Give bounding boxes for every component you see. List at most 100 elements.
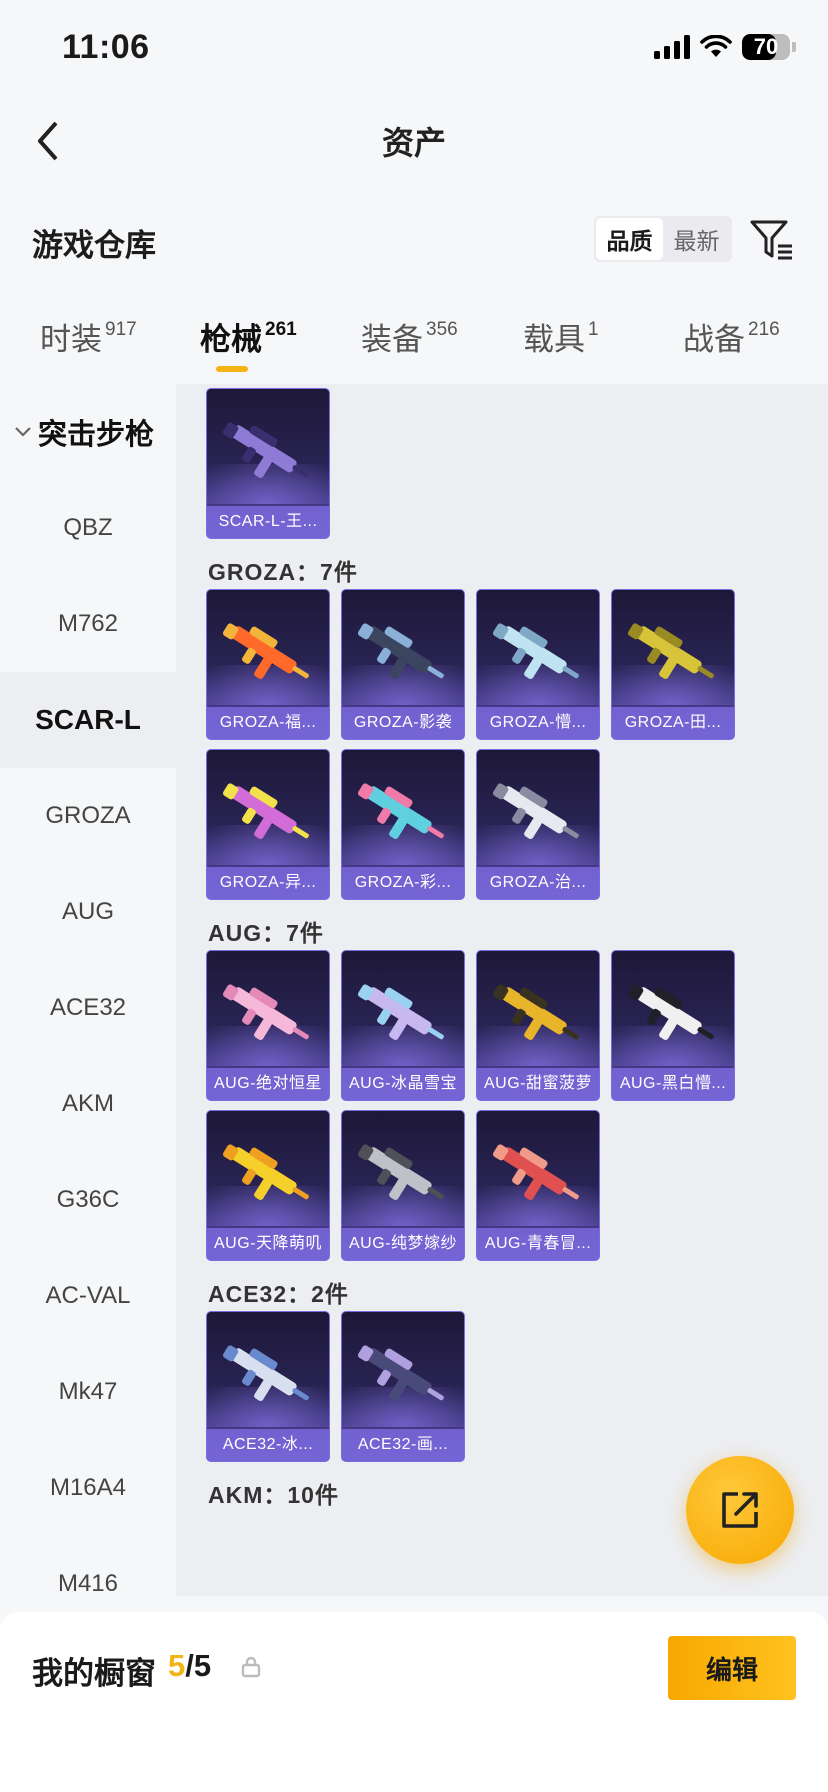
weapon-card-name: GROZA-懵... — [477, 707, 599, 739]
sidebar-list: QBZ M762 SCAR-L GROZA AUG ACE32 AKM G36C AC-VAL M… — [0, 480, 176, 1612]
showcase-current: 5 — [168, 1648, 186, 1683]
share-button[interactable] — [686, 1456, 794, 1564]
weapon-card-name: GROZA-治... — [477, 867, 599, 899]
sidebar-category-assault-rifle[interactable]: 突击步枪 — [0, 384, 176, 480]
weapon-card[interactable]: GROZA-福... — [206, 589, 330, 740]
status-icons: 70 — [654, 34, 796, 60]
weapon-card[interactable]: AUG-甜蜜菠萝 — [476, 950, 600, 1101]
tab-equipment[interactable]: 装备 356 — [361, 314, 458, 359]
warehouse-header: 游戏仓库 品质 最新 — [0, 206, 828, 272]
tab-count: 216 — [748, 318, 780, 340]
weapon-sidebar: 突击步枪 QBZ M762 SCAR-L GROZA AUG ACE32 AKM G36C AC… — [0, 384, 176, 1612]
weapon-card[interactable]: AUG-冰晶雪宝 — [341, 950, 465, 1101]
weapon-card-name: ACE32-冰... — [207, 1429, 329, 1461]
weapon-group-label: GROZA：7件 — [208, 559, 358, 585]
weapon-card-name: AUG-绝对恒星 — [207, 1068, 329, 1100]
sort-option-newest[interactable]: 最新 — [663, 218, 730, 260]
section-title: 游戏仓库 — [32, 228, 156, 263]
status-bar: 11:06 70 — [0, 0, 828, 100]
weapon-group-label: AKM：10件 — [208, 1482, 339, 1508]
weapon-card-name: GROZA-田... — [612, 707, 734, 739]
showcase-count: 5/5 — [168, 1648, 211, 1684]
weapon-card[interactable]: ACE32-画... — [341, 1311, 465, 1462]
tab-label: 枪械 — [200, 322, 262, 357]
weapon-card-name: GROZA-异... — [207, 867, 329, 899]
sort-option-quality[interactable]: 品质 — [596, 218, 663, 260]
weapon-card[interactable]: AUG-绝对恒星 — [206, 950, 330, 1101]
weapon-card[interactable]: GROZA-彩... — [341, 749, 465, 900]
tab-vehicles[interactable]: 载具 1 — [523, 314, 599, 359]
battery-tip — [792, 42, 796, 52]
weapon-skin-image — [357, 1345, 444, 1402]
tab-gear[interactable]: 战备 216 — [683, 314, 780, 359]
weapon-skin-image — [492, 623, 579, 680]
tab-label: 战备 — [683, 322, 745, 357]
weapon-card-name: AUG-青春冒... — [477, 1228, 599, 1260]
tab-label: 装备 — [361, 322, 423, 357]
weapon-card-name: AUG-天降萌叽 — [207, 1228, 329, 1260]
sidebar-item[interactable]: M16A4 — [0, 1440, 176, 1536]
weapon-skin-image — [222, 1345, 309, 1402]
weapon-skin-image — [222, 984, 309, 1041]
weapon-skin-image — [222, 1144, 309, 1201]
weapon-skin-image — [627, 623, 714, 680]
chevron-down-icon — [15, 427, 31, 437]
share-external-icon — [722, 1492, 758, 1528]
edit-button[interactable]: 编辑 — [668, 1636, 796, 1700]
sidebar-item[interactable]: AC-VAL — [0, 1248, 176, 1344]
weapon-card[interactable]: GROZA-异... — [206, 749, 330, 900]
sidebar-item[interactable]: ACE32 — [0, 960, 176, 1056]
weapon-card-name: SCAR-L-王... — [207, 506, 329, 538]
weapon-card-name: AUG-纯梦嫁纱 — [342, 1228, 464, 1260]
weapon-skin-image — [222, 783, 309, 840]
sidebar-category-label: 突击步枪 — [38, 419, 155, 451]
sidebar-item[interactable]: AKM — [0, 1056, 176, 1152]
active-tab-indicator — [216, 366, 248, 372]
weapon-skin-image — [357, 1144, 444, 1201]
weapon-card[interactable]: AUG-青春冒... — [476, 1110, 600, 1261]
weapon-card[interactable]: ACE32-冰... — [206, 1311, 330, 1462]
tab-count: 356 — [426, 318, 458, 340]
cellular-signal-icon — [654, 35, 690, 59]
battery-level: 70 — [753, 34, 779, 59]
weapon-card-name: GROZA-福... — [207, 707, 329, 739]
tab-fashion[interactable]: 时装 917 — [40, 314, 137, 359]
showcase-bar: 我的橱窗 5/5 编辑 — [0, 1612, 828, 1792]
status-time: 11:06 — [62, 28, 150, 66]
sidebar-item[interactable]: M416 — [0, 1536, 176, 1612]
weapon-card-name: AUG-冰晶雪宝 — [342, 1068, 464, 1100]
weapon-card[interactable]: GROZA-治... — [476, 749, 600, 900]
weapon-card[interactable]: AUG-黑白懵... — [611, 950, 735, 1101]
tab-guns[interactable]: 枪械 261 — [200, 314, 297, 359]
tab-count: 261 — [265, 318, 297, 340]
tab-label: 载具 — [523, 322, 585, 357]
showcase-title: 我的橱窗 — [32, 1656, 156, 1691]
weapon-card-name: GROZA-影袭 — [342, 707, 464, 739]
weapon-skin-image — [357, 623, 444, 680]
sidebar-item[interactable]: Mk47 — [0, 1344, 176, 1440]
weapon-card[interactable]: AUG-纯梦嫁纱 — [341, 1110, 465, 1261]
sidebar-item[interactable]: G36C — [0, 1152, 176, 1248]
tab-count: 917 — [105, 318, 137, 340]
weapon-card[interactable]: GROZA-懵... — [476, 589, 600, 740]
battery-icon: 70 — [742, 34, 790, 60]
weapon-skin-image — [357, 783, 444, 840]
weapon-skin-image — [627, 984, 714, 1041]
sidebar-item[interactable]: QBZ — [0, 480, 176, 576]
sidebar-item[interactable]: AUG — [0, 864, 176, 960]
sidebar-item[interactable]: SCAR-L — [0, 672, 176, 768]
filter-button[interactable] — [748, 216, 796, 264]
tab-label: 时装 — [40, 322, 102, 357]
weapon-card[interactable]: SCAR-L-王... — [206, 388, 330, 539]
weapon-skin-image — [492, 783, 579, 840]
weapon-card[interactable]: GROZA-田... — [611, 589, 735, 740]
wifi-icon — [700, 35, 732, 57]
weapon-card-name: GROZA-彩... — [342, 867, 464, 899]
sidebar-item[interactable]: M762 — [0, 576, 176, 672]
weapon-card[interactable]: AUG-天降萌叽 — [206, 1110, 330, 1261]
page-title: 资产 — [381, 125, 446, 161]
lock-icon — [241, 1656, 261, 1678]
filter-icon — [750, 220, 792, 260]
sidebar-item[interactable]: GROZA — [0, 768, 176, 864]
weapon-card[interactable]: GROZA-影袭 — [341, 589, 465, 740]
